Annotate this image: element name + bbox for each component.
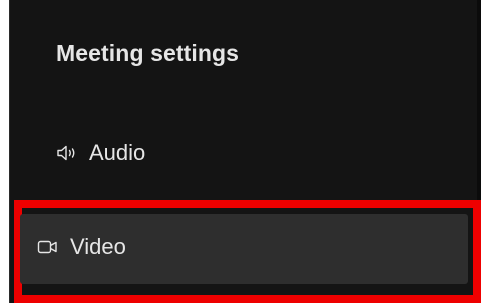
- nav-item-video-label: Video: [70, 234, 126, 259]
- window: Meeting settings Audio Video: [0, 0, 481, 303]
- nav-item-audio-label: Audio: [89, 140, 146, 165]
- page-title: Meeting settings: [56, 40, 240, 66]
- video-camera-icon: [37, 238, 59, 256]
- nav-item-audio[interactable]: Audio: [56, 138, 145, 168]
- speaker-icon: [56, 144, 78, 162]
- nav-item-video[interactable]: Video: [37, 232, 126, 262]
